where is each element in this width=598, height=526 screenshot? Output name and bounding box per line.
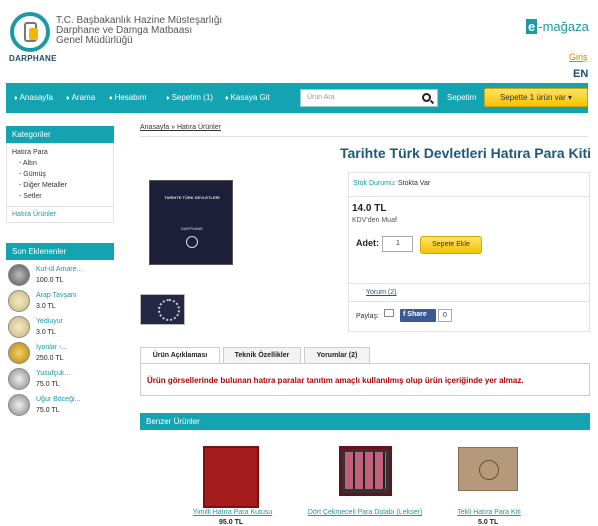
recent-item[interactable]: Yediuyur 3.0 TL (6, 315, 114, 341)
coin-image-icon (8, 368, 30, 390)
tab-description[interactable]: Ürün Açıklaması (140, 347, 220, 364)
recent-item[interactable]: Yusufçuk... 75.0 TL (6, 367, 114, 393)
category-hatira-urunler[interactable]: Hatıra Ürünler (12, 211, 56, 218)
logo-accent (29, 28, 38, 40)
category-gumus[interactable]: - Gümüş (19, 171, 46, 178)
login-link[interactable]: Giriş (569, 52, 588, 62)
product-thumbnail[interactable] (140, 294, 185, 325)
similar-product-image[interactable] (203, 446, 259, 508)
similar-product-name[interactable]: Dört Çekmeceli Para Dolabı (Lekser) (305, 509, 425, 516)
coin-image-icon (8, 394, 30, 416)
vat-note: KDV'den Muaf (352, 217, 397, 224)
nav-kasaya-git[interactable]: ♦ Kasaya Git (225, 93, 270, 102)
nav-anasayfa[interactable]: ♦ Anasayfa (14, 93, 53, 102)
nav-hesabim[interactable]: ♦ Hesabım (109, 93, 147, 102)
coin-image-icon (8, 342, 30, 364)
recent-header: Son Eklenenler (6, 243, 114, 260)
recent-item[interactable]: İyonlar -... 250.0 TL (6, 341, 114, 367)
logo-text: DARPHANE (9, 54, 57, 63)
breadcrumb-home[interactable]: Anasayfa (140, 124, 169, 131)
email-share-icon[interactable] (384, 309, 394, 317)
recent-item[interactable]: Arap Tavşanı 3.0 TL (6, 289, 114, 315)
nav-sepetim[interactable]: ♦ Sepetim (1) (166, 93, 213, 102)
language-switch[interactable]: EN (573, 68, 588, 80)
categories-box: Hatıra Para - Altın - Gümüş - Diğer Meta… (6, 143, 114, 223)
breadcrumb-current[interactable]: Hatıra Ürünler (177, 124, 221, 131)
emagaza-logo[interactable]: e -mağaza (526, 19, 589, 34)
product-image[interactable]: TARİHTE TÜRK DEVLETLERİ DARPHANE (149, 180, 233, 265)
similar-product-image[interactable] (339, 446, 392, 496)
recent-item[interactable]: Kut-ül Amare... 100.0 TL (6, 263, 114, 289)
coin-image-icon (8, 316, 30, 338)
similar-product-price: 95.0 TL (219, 519, 244, 526)
darphane-logo-icon[interactable] (10, 12, 50, 52)
facebook-share-button[interactable]: f Share (400, 309, 436, 322)
search-icon[interactable] (422, 93, 431, 102)
cart-label[interactable]: Sepetim (447, 93, 476, 102)
share-count: 0 (438, 309, 452, 322)
product-notice: Ürün görsellerinde bulunan hatıra parala… (147, 376, 524, 385)
share-label: Paylaş: (356, 313, 379, 320)
coin-ring-icon (158, 299, 180, 321)
category-hatira-para[interactable]: Hatıra Para (12, 149, 48, 156)
categories-header: Kategoriler (6, 126, 114, 143)
tab-technical[interactable]: Teknik Özellikler (223, 347, 301, 364)
quantity-label: Adet: (356, 238, 379, 248)
similar-product-price: 5.0 TL (478, 519, 499, 526)
divider (140, 136, 588, 137)
stock-label: Stok Durumu: (353, 180, 396, 187)
product-price: 14.0 TL (352, 203, 387, 214)
nav-arama[interactable]: ♦ Arama (66, 93, 95, 102)
recent-item[interactable]: Uğur Böceği... 75.0 TL (6, 393, 114, 419)
main-navigation: ♦ Anasayfa ♦ Arama ♦ Hesabım ♦ Sepetim (1) ♦… (6, 83, 588, 113)
similar-product-image[interactable] (458, 447, 518, 491)
similar-product-name[interactable]: Tekli Hatıra Para Kiti (444, 509, 534, 516)
similar-products-header: Benzer Ürünler (140, 413, 590, 430)
reviews-link[interactable]: Yorum (2) (366, 289, 396, 296)
quantity-input[interactable]: 1 (382, 236, 413, 252)
stock-value: Stokta Var (398, 180, 431, 187)
cart-dropdown-button[interactable]: Sepette 1 ürün var ▾ (484, 88, 588, 107)
page-title: Tarihte Türk Devletleri Hatıra Para Kiti (340, 145, 592, 161)
category-setler[interactable]: - Setler (19, 193, 42, 200)
coin-grid-icon (345, 452, 386, 489)
add-to-cart-button[interactable]: Sepete Ekle (420, 236, 482, 254)
breadcrumb: Anasayfa » Hatıra Ürünler (140, 124, 221, 131)
coin-image-icon (8, 264, 30, 286)
similar-product-name[interactable]: Yimilli Hatıra Para Kutusu (185, 509, 280, 516)
coin-slot-icon (479, 460, 499, 480)
category-altin[interactable]: - Altın (19, 160, 37, 167)
organization-name: T.C. Başbakanlık Hazine Müsteşarlığı Dar… (56, 15, 223, 46)
brand-icon (186, 236, 198, 248)
search-input[interactable]: Ürün Ara (300, 89, 438, 107)
tab-reviews[interactable]: Yorumlar (2) (304, 347, 370, 364)
category-diger-metaller[interactable]: - Diğer Metaller (19, 182, 67, 189)
coin-image-icon (8, 290, 30, 312)
